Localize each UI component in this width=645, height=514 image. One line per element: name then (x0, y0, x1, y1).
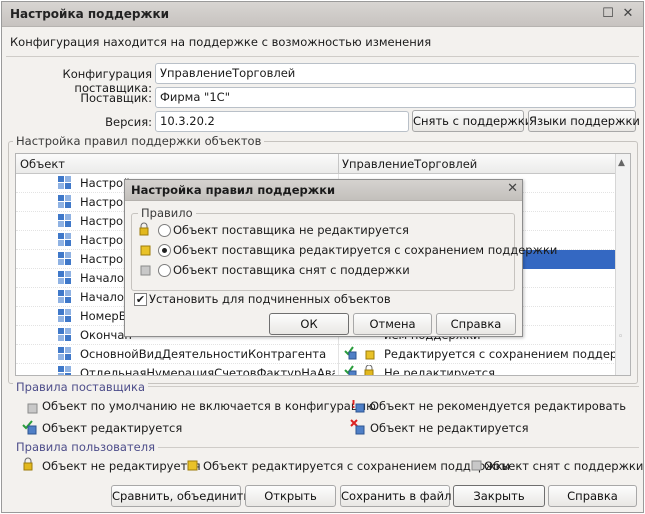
divider (152, 447, 639, 448)
row-object-name: ОтдельнаяНумерацияСчетовФактурНаАванс (80, 366, 335, 376)
version-field[interactable]: 10.3.20.2 (155, 111, 409, 132)
attribute-icon (58, 271, 71, 284)
grid-header: Объект УправлениеТорговлей (16, 154, 616, 174)
svg-text:!: ! (351, 398, 356, 411)
table-row[interactable]: ОтдельнаяНумерацияСчетовФактурНаАванс Не … (16, 364, 616, 376)
attribute-icon (58, 233, 71, 246)
cube-gray-icon (471, 460, 482, 471)
legend-user-not-editable: Объект не редактируется (42, 459, 201, 473)
option-editable-keep-label: Объект поставщика редактируется с сохран… (173, 243, 558, 257)
legend-not-recommended: Объект не рекомендуется редактировать (370, 399, 627, 413)
dialog-close-icon[interactable]: ✕ (507, 181, 518, 196)
row-rule-text: Редактируется с сохранением поддержки (384, 347, 631, 361)
maximize-icon[interactable]: ☐ (599, 5, 617, 23)
dialog-help-button[interactable]: Справка (436, 313, 516, 335)
support-languages-button[interactable]: Языки поддержки (528, 110, 640, 132)
open-button[interactable]: Открыть (245, 485, 336, 507)
help-button[interactable]: Справка (548, 485, 637, 507)
cross-edit-icon (350, 419, 365, 435)
row-rule-text: Не редактируется (384, 366, 495, 376)
attribute-icon (58, 328, 71, 341)
check-edit-icon (22, 420, 37, 435)
title-bar: Настройка поддержки ☐ ✕ (2, 2, 643, 27)
version-label: Версия: (105, 115, 152, 129)
row-object-name: ОсновнойВидДеятельностиКонтрагента (80, 347, 327, 361)
divider (133, 386, 639, 387)
vendor-label: Поставщик: (80, 91, 152, 105)
scroll-thumb-icon[interactable]: ◦ (618, 332, 623, 342)
subordinate-checkbox-label: Установить для подчиненных объектов (149, 292, 391, 306)
radio-not-editable[interactable] (158, 224, 171, 237)
cube-gray-icon (140, 265, 151, 276)
close-icon[interactable]: ✕ (619, 5, 637, 23)
radio-removed-from-support[interactable] (158, 264, 171, 277)
legend-not-editable: Объект не редактируется (370, 421, 529, 435)
check-keep-support-icon (344, 346, 375, 360)
close-button[interactable]: Закрыть (453, 485, 545, 507)
window-title: Настройка поддержки (10, 7, 170, 21)
attribute-icon (58, 214, 71, 227)
attribute-icon (58, 290, 71, 303)
vendor-field[interactable]: Фирма "1С" (155, 87, 636, 108)
grid-scrollbar[interactable]: ▲ ◦ (615, 154, 630, 375)
remove-support-button[interactable]: Снять с поддержки (412, 110, 532, 132)
legend-default-excluded: Объект по умолчанию не включается в конф… (42, 399, 376, 413)
subordinate-checkbox[interactable]: ✔ (134, 293, 147, 306)
check-lock-icon (344, 365, 374, 375)
rules-group-title: Настройка правил поддержки объектов (13, 134, 265, 148)
cancel-button[interactable]: Отмена (353, 313, 432, 335)
cube-yellow-icon (187, 460, 198, 471)
radio-editable-keep-support[interactable] (158, 244, 171, 257)
option-not-editable-label: Объект поставщика не редактируется (173, 223, 409, 237)
legend-user-removed: Объект снят с поддержки (484, 459, 644, 473)
cube-gray-icon (27, 403, 38, 414)
table-row[interactable]: ОсновнойВидДеятельностиКонтрагента Редакт… (16, 345, 630, 364)
ok-button[interactable]: ОК (269, 313, 349, 335)
info-text: Конфигурация находится на поддержке с во… (10, 35, 432, 49)
row-rule-cell: Редактируется с сохранением поддержки (338, 345, 630, 364)
scroll-up-icon[interactable]: ▲ (618, 158, 625, 168)
cube-yellow-icon (140, 245, 151, 256)
warning-exclamation-icon: ! (351, 398, 365, 413)
user-rules-title: Правила пользователя (13, 440, 158, 454)
dialog-title-bar: Настройка правил поддержки ✕ (125, 180, 522, 201)
attribute-icon (58, 366, 71, 375)
row-rule-cell: Не редактируется (338, 364, 616, 376)
legend-editable: Объект редактируется (42, 421, 183, 435)
vendor-config-field[interactable]: УправлениеТорговлей (155, 63, 636, 84)
legend-user-editable-keep: Объект редактируется с сохранением подде… (203, 459, 511, 473)
column-separator (338, 154, 339, 174)
divider (6, 56, 639, 57)
column-object[interactable]: Объект (20, 157, 65, 171)
rule-group-title: Правило (138, 206, 196, 220)
lock-icon (23, 457, 33, 471)
attribute-icon (58, 252, 71, 265)
attribute-icon (58, 176, 71, 189)
support-rules-dialog: Настройка правил поддержки ✕ Правило Объ… (124, 179, 557, 337)
attribute-icon (58, 309, 71, 322)
support-settings-window: Настройка поддержки ☐ ✕ Конфигурация нах… (1, 1, 644, 513)
compare-merge-button[interactable]: Сравнить, объединить (111, 485, 250, 507)
dialog-title: Настройка правил поддержки (131, 183, 336, 197)
attribute-icon (58, 347, 71, 360)
option-removed-label: Объект поставщика снят с поддержки (173, 263, 410, 277)
lock-icon (139, 222, 149, 236)
column-vendor[interactable]: УправлениеТорговлей (342, 157, 477, 171)
attribute-icon (58, 195, 71, 208)
vendor-rules-title: Правила поставщика (13, 380, 148, 394)
save-to-file-button[interactable]: Сохранить в файл (340, 485, 451, 507)
